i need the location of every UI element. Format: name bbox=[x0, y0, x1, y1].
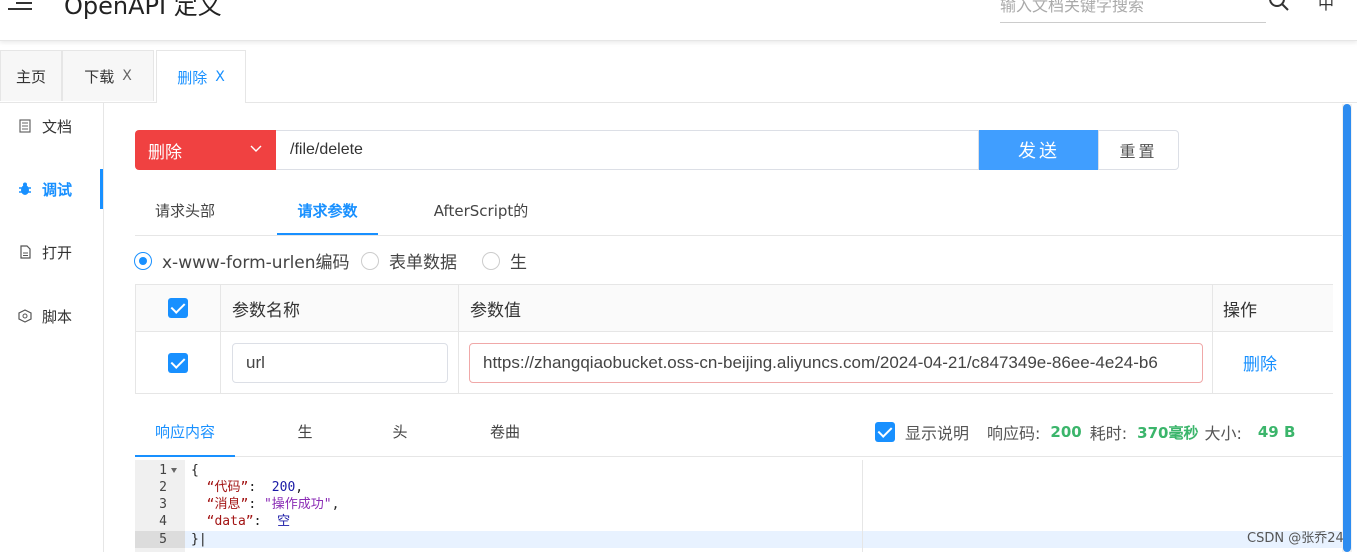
column-header: 操作 bbox=[1213, 285, 1333, 332]
size-value: 49 B bbox=[1257, 423, 1296, 441]
params-table: 参数名称 参数值 操作 删除 bbox=[135, 284, 1333, 394]
page-tabbar: 主页 下载 X 删除 X bbox=[0, 50, 1357, 103]
doc-search-input[interactable] bbox=[1000, 0, 1266, 23]
tab-response-raw[interactable]: 生 bbox=[280, 408, 330, 455]
radio-form-data[interactable]: 表单数据 bbox=[361, 248, 457, 273]
radio-form-urlencoded[interactable]: x-www-form-urlen编码 bbox=[134, 248, 350, 273]
radio-dot[interactable] bbox=[482, 251, 500, 270]
line-number: 2 bbox=[159, 480, 167, 495]
action-cell: 删除 bbox=[1213, 332, 1333, 393]
radio-label: 生 bbox=[510, 253, 527, 273]
param-value-cell bbox=[459, 332, 1213, 393]
sidebar-item-debug[interactable]: 调试 bbox=[0, 169, 103, 209]
method-label: 删除 bbox=[148, 142, 182, 163]
line-number: 5 bbox=[135, 531, 185, 548]
vertical-scrollbar[interactable] bbox=[1342, 104, 1352, 552]
param-value-input[interactable] bbox=[469, 342, 1203, 383]
file-icon bbox=[20, 245, 31, 259]
radio-dot[interactable] bbox=[361, 251, 379, 270]
send-button[interactable]: 发送 bbox=[979, 130, 1099, 170]
app-header: OpenAPI 定义 中 bbox=[0, 0, 1357, 41]
method-select[interactable]: 删除 bbox=[135, 130, 276, 170]
status-code-value: 200 bbox=[1050, 423, 1082, 441]
sidebar-item-open[interactable]: 打开 bbox=[0, 232, 103, 272]
response-meta: 显示说明 响应码: 200 耗时: 370毫秒 大小: 49 B bbox=[875, 420, 1295, 444]
sidebar-item-script[interactable]: 脚本 bbox=[0, 296, 103, 336]
tab-response-curl[interactable]: 卷曲 bbox=[480, 408, 530, 455]
radio-dot[interactable] bbox=[134, 251, 152, 270]
reset-button[interactable]: 重置 bbox=[1098, 130, 1179, 170]
sidebar: 文档 调试 打开 脚本 bbox=[0, 102, 104, 552]
line-number: 3 bbox=[159, 497, 167, 512]
tab-label: 删除 bbox=[177, 68, 208, 87]
radio-label: 表单数据 bbox=[389, 253, 457, 273]
sidebar-item-docs[interactable]: 文档 bbox=[0, 106, 103, 146]
select-all-cell bbox=[136, 285, 221, 332]
param-name-cell bbox=[221, 332, 459, 393]
sidebar-item-label: 文档 bbox=[42, 117, 73, 136]
tab-afterscript[interactable]: AfterScript的 bbox=[425, 188, 537, 233]
time-label: 耗时: bbox=[1089, 424, 1128, 443]
close-icon[interactable]: X bbox=[215, 69, 225, 85]
time-value: 370毫秒 bbox=[1137, 423, 1199, 442]
tab-request-headers[interactable]: 请求头部 bbox=[135, 188, 235, 233]
script-icon bbox=[18, 309, 32, 323]
line-number: 1 bbox=[135, 462, 185, 479]
sidebar-item-label: 调试 bbox=[42, 180, 73, 199]
select-all-checkbox[interactable] bbox=[168, 298, 188, 318]
show-desc-label: 显示说明 bbox=[905, 424, 970, 443]
document-icon bbox=[19, 119, 31, 133]
chevron-down-icon bbox=[250, 145, 262, 152]
radio-raw[interactable]: 生 bbox=[482, 248, 527, 273]
code-line: { bbox=[191, 463, 199, 478]
size-label: 大小: bbox=[1204, 424, 1242, 443]
tab-request-params[interactable]: 请求参数 bbox=[277, 188, 378, 235]
close-icon[interactable]: X bbox=[122, 68, 132, 84]
param-name-input[interactable] bbox=[232, 342, 448, 383]
tab-download[interactable]: 下载 X bbox=[62, 50, 154, 101]
sidebar-item-label: 打开 bbox=[42, 243, 73, 262]
sidebar-item-label: 脚本 bbox=[42, 307, 73, 326]
code-line: “消息”: "操作成功", bbox=[206, 497, 340, 512]
show-desc-checkbox[interactable] bbox=[875, 422, 895, 442]
tab-label: 下载 bbox=[84, 67, 115, 86]
tab-label: 主页 bbox=[15, 67, 46, 86]
row-select-cell bbox=[136, 332, 221, 393]
url-input[interactable] bbox=[276, 130, 979, 170]
tab-home[interactable]: 主页 bbox=[0, 50, 62, 101]
row-checkbox[interactable] bbox=[168, 352, 188, 373]
response-code-editor[interactable]: 1 2 3 4 5 { “代码”: 200, “消息”: "操作成功", “da… bbox=[135, 460, 1342, 552]
column-header: 参数名称 bbox=[221, 285, 459, 332]
code-line: }| bbox=[191, 532, 207, 547]
fold-arrow-icon[interactable] bbox=[171, 468, 177, 473]
current-line-highlight bbox=[185, 531, 1342, 548]
line-gutter: 1 2 3 4 5 bbox=[135, 460, 185, 552]
line-number: 4 bbox=[159, 514, 167, 529]
code-line: “代码”: 200, bbox=[206, 480, 304, 495]
column-header: 参数值 bbox=[459, 285, 1213, 332]
menu-icon[interactable] bbox=[8, 0, 32, 14]
bug-icon bbox=[19, 182, 31, 195]
tab-response-headers[interactable]: 头 bbox=[375, 408, 425, 455]
watermark: CSDN @张乔24 bbox=[1247, 531, 1344, 546]
editor-divider bbox=[862, 460, 863, 552]
status-code-label: 响应码: bbox=[987, 424, 1041, 443]
search-icon[interactable] bbox=[1268, 0, 1290, 12]
tab-response-content[interactable]: 响应内容 bbox=[135, 408, 235, 457]
request-tabs: 请求头部 请求参数 AfterScript的 bbox=[135, 188, 1342, 236]
code-line: “data”: 空 bbox=[206, 514, 291, 529]
tab-delete[interactable]: 删除 X bbox=[156, 50, 246, 103]
language-switch[interactable]: 中 bbox=[1318, 0, 1334, 14]
scrollbar-thumb[interactable] bbox=[1343, 104, 1351, 552]
app-title: OpenAPI 定义 bbox=[64, 0, 222, 20]
delete-param-link[interactable]: 删除 bbox=[1243, 350, 1277, 375]
radio-label: x-www-form-urlen编码 bbox=[162, 253, 350, 273]
